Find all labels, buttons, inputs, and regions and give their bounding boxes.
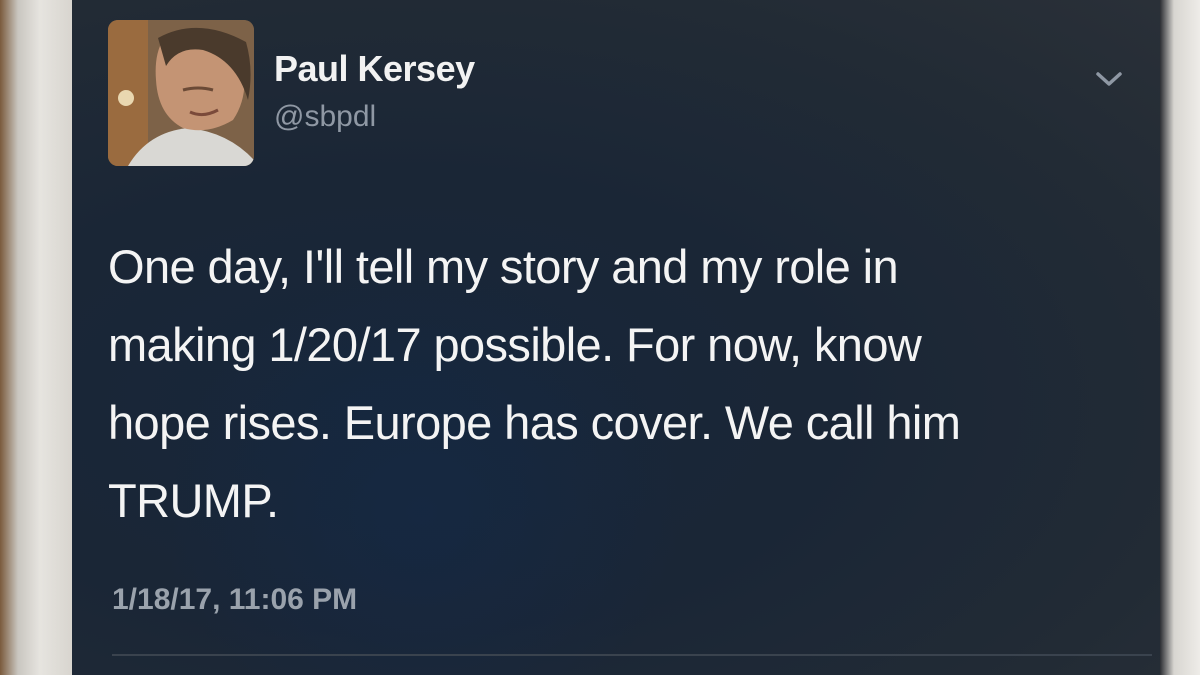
display-name[interactable]: Paul Kersey <box>274 48 475 90</box>
avatar[interactable] <box>108 20 254 166</box>
tweet-text-line: One day, I'll tell my story and my role … <box>108 240 899 293</box>
tweet-timestamp[interactable]: 1/18/17, 11:06 PM <box>112 583 357 617</box>
tweet-screen: Paul Kersey @sbpdl One day, I'll tell my… <box>72 0 1160 675</box>
user-handle[interactable]: @sbpdl <box>274 100 376 134</box>
divider <box>112 654 1152 656</box>
tweet-text-line: making 1/20/17 possible. For now, know <box>108 318 922 371</box>
profile-photo-icon <box>108 20 254 166</box>
phone-bezel <box>1160 0 1200 675</box>
tweet-text: One day, I'll tell my story and my role … <box>108 228 1128 540</box>
tweet-text-line: TRUMP. <box>108 474 279 527</box>
chevron-down-icon[interactable] <box>1092 62 1126 96</box>
tweet-text-line: hope rises. Europe has cover. We call hi… <box>108 396 961 449</box>
